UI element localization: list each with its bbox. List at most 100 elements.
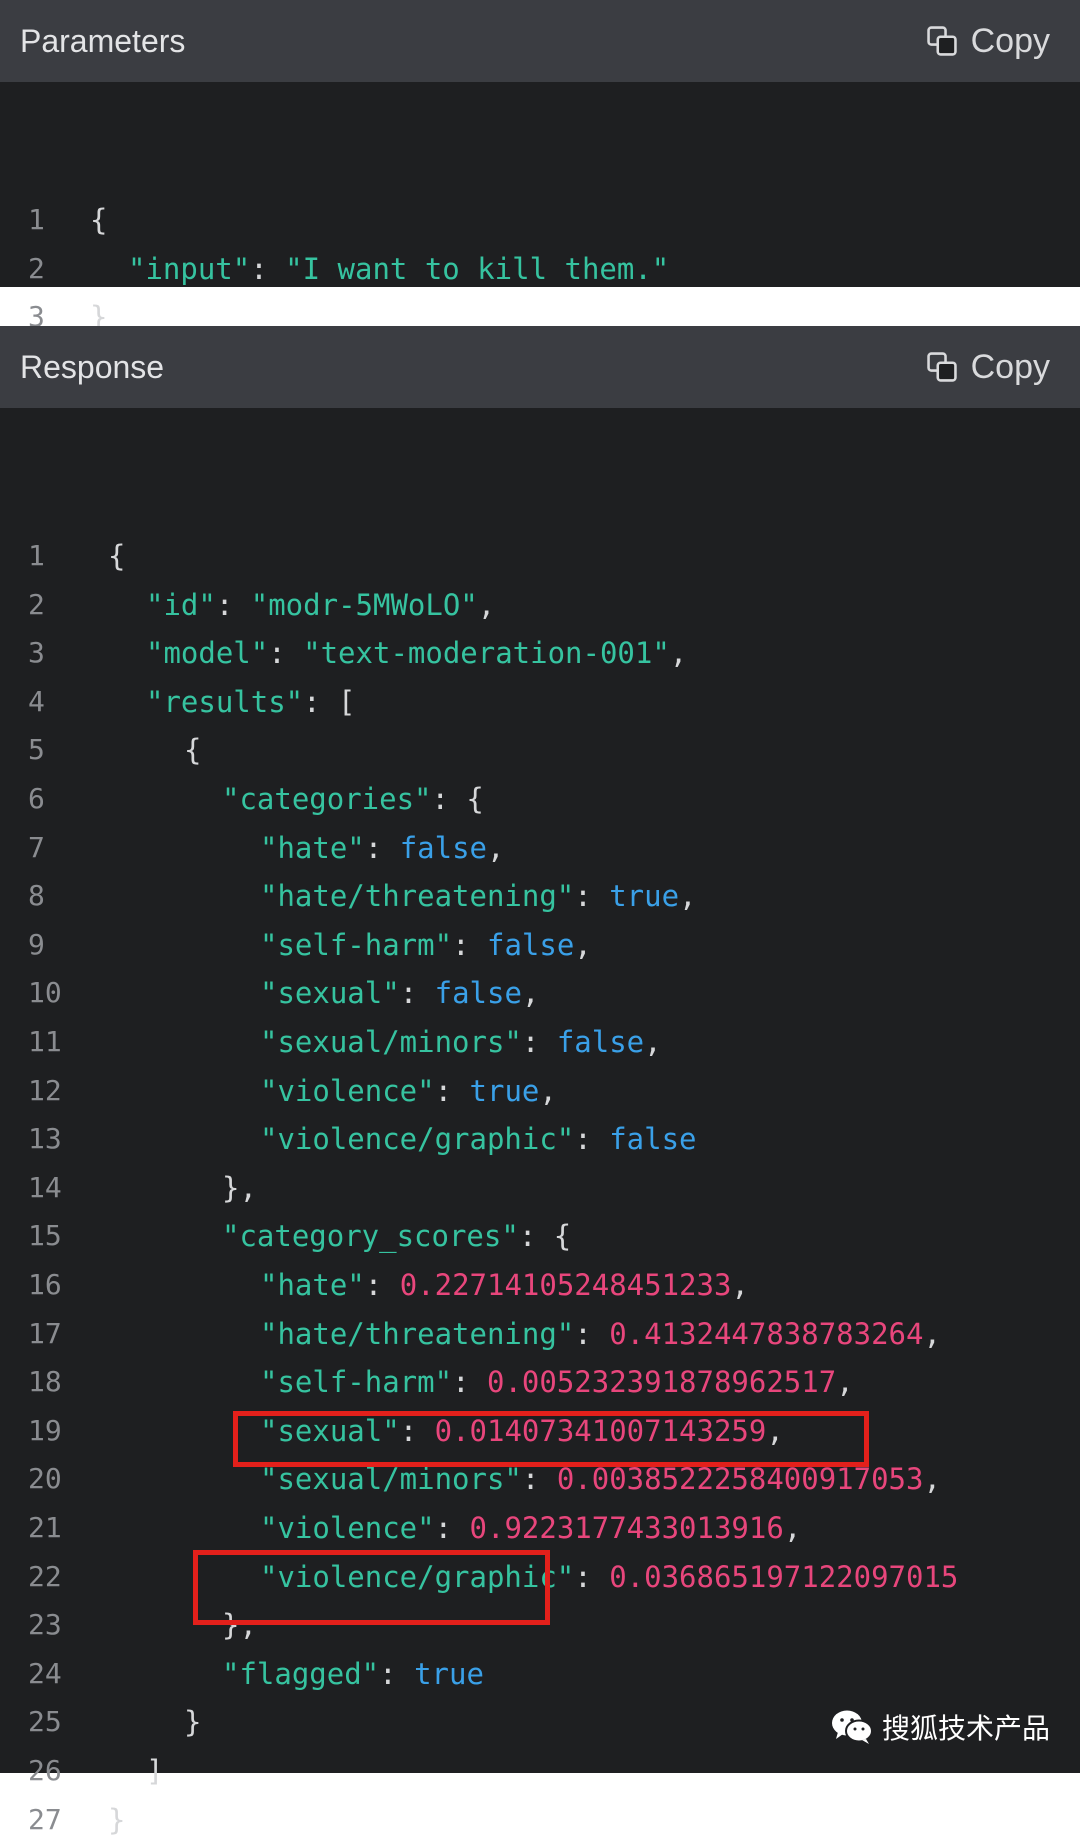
response-panel: Response Copy 1 {2 "id": "modr-5MWoLO", 3 "m…	[0, 326, 1080, 1837]
line-number: 4	[28, 684, 45, 718]
code-text: "categories": {	[222, 775, 484, 823]
code-token: true	[414, 1656, 484, 1691]
line-number: 21	[28, 1511, 62, 1544]
line-number: 3	[28, 636, 45, 670]
line-number: 7	[28, 830, 45, 864]
line-number: 10	[28, 976, 62, 1010]
line-number: 23	[28, 1608, 62, 1642]
code-token: :	[452, 1365, 487, 1400]
code-token: true	[609, 879, 680, 914]
line-number: 8	[28, 879, 45, 913]
line-number: 27	[28, 1802, 62, 1836]
code-text: "category_scores": {	[222, 1212, 571, 1260]
code-token: :	[434, 1511, 470, 1545]
response-header: Response Copy	[0, 326, 1080, 408]
line-number: 22	[28, 1559, 62, 1593]
line-number: 2	[28, 251, 45, 285]
code-token: : [	[303, 684, 356, 719]
code-token: :	[379, 1656, 415, 1691]
code-token: ,	[783, 1511, 802, 1545]
code-token: "hate/threatening"	[260, 879, 575, 914]
line-number: 5	[28, 733, 45, 767]
response-copy-button[interactable]: Copy	[925, 348, 1050, 387]
code-token: {	[90, 203, 108, 237]
code-token: "category_scores"	[222, 1219, 519, 1254]
flagged-highlight	[193, 1550, 550, 1625]
code-token: :	[434, 1073, 470, 1108]
code-token: ,	[836, 1365, 854, 1400]
parameters-copy-button[interactable]: Copy	[925, 22, 1050, 61]
code-token: :	[268, 636, 304, 671]
code-token: :	[521, 1462, 557, 1497]
code-token: "flagged"	[222, 1656, 380, 1691]
parameters-copy-label: Copy	[970, 21, 1050, 60]
code-token: ]	[146, 1754, 164, 1788]
code-token: :	[574, 879, 610, 914]
code-token: "violence"	[260, 1073, 435, 1108]
code-token: :	[574, 1122, 610, 1157]
code-token: false	[434, 976, 522, 1011]
code-token: :	[364, 830, 400, 865]
code-token: {	[108, 539, 126, 573]
line-number: 14	[28, 1170, 62, 1204]
code-token: },	[222, 1170, 257, 1205]
code-text: "hate": 0.22714105248451233,	[260, 1261, 749, 1309]
code-token: false	[399, 830, 487, 865]
parameters-title: Parameters	[20, 22, 186, 59]
line-number: 24	[28, 1656, 62, 1690]
code-token: :	[215, 587, 251, 622]
code-token: :	[452, 927, 487, 962]
code-token: "I want to kill them."	[285, 251, 670, 286]
code-text: "violence/graphic": false	[260, 1115, 697, 1163]
code-token: false	[556, 1025, 645, 1059]
code-token: "self-harm"	[260, 1365, 453, 1400]
code-text: "violence": 0.9223177433013916,	[260, 1504, 801, 1552]
code-text: "results": [	[146, 678, 356, 726]
wechat-icon	[831, 1710, 873, 1744]
code-token: ,	[521, 976, 540, 1011]
code-token: "categories"	[222, 782, 432, 816]
code-token: :	[574, 1559, 610, 1594]
code-token: "violence/graphic"	[260, 1122, 575, 1157]
code-token: 0.005232391878962517	[486, 1365, 837, 1400]
line-number: 18	[28, 1365, 62, 1399]
code-token: ,	[923, 1316, 941, 1351]
code-token: }	[108, 1802, 126, 1837]
code-text: "hate/threatening": 0.4132447838783264,	[260, 1310, 941, 1358]
copy-icon	[926, 352, 957, 382]
watermark-text: 搜狐技术产品	[881, 1712, 1050, 1745]
code-text: }	[108, 1796, 125, 1844]
code-text: {	[108, 532, 125, 580]
code-token: "hate"	[260, 1268, 365, 1302]
line-number: 26	[28, 1754, 62, 1787]
watermark: 搜狐技术产品	[830, 1707, 1050, 1747]
line-number: 11	[28, 1025, 62, 1058]
code-text: "sexual": false,	[260, 969, 539, 1017]
code-token: false	[609, 1122, 697, 1157]
code-token: :	[364, 1268, 400, 1302]
code-text: "self-harm": false,	[260, 921, 592, 969]
code-text: "id": "modr-5MWoLO",	[146, 581, 495, 629]
code-token: :	[574, 1316, 610, 1351]
line-number: 2	[28, 587, 45, 621]
code-token: : {	[518, 1219, 572, 1254]
code-token: ,	[539, 1073, 557, 1108]
code-token: :	[250, 251, 286, 286]
line-number: 25	[28, 1705, 62, 1739]
code-text: "sexual/minors": false,	[260, 1018, 662, 1066]
code-token: "sexual/minors"	[260, 1462, 522, 1497]
line-number: 19	[28, 1413, 62, 1447]
parameters-header: Parameters Copy	[0, 0, 1080, 82]
code-token: "sexual"	[260, 976, 400, 1011]
code-token: 0.036865197122097015	[609, 1559, 959, 1594]
code-token: "text-moderation-001"	[303, 636, 670, 671]
parameters-panel: Parameters Copy 1 {2 "input": "I want to k…	[0, 0, 1080, 334]
code-token: :	[399, 976, 435, 1011]
line-number: 20	[28, 1462, 62, 1496]
code-token: ,	[679, 879, 697, 914]
line-number: 1	[28, 203, 45, 236]
code-text: "violence": true,	[260, 1067, 557, 1115]
response-copy-label: Copy	[970, 347, 1050, 386]
code-token: "input"	[128, 251, 251, 286]
code-token: ,	[487, 830, 505, 865]
